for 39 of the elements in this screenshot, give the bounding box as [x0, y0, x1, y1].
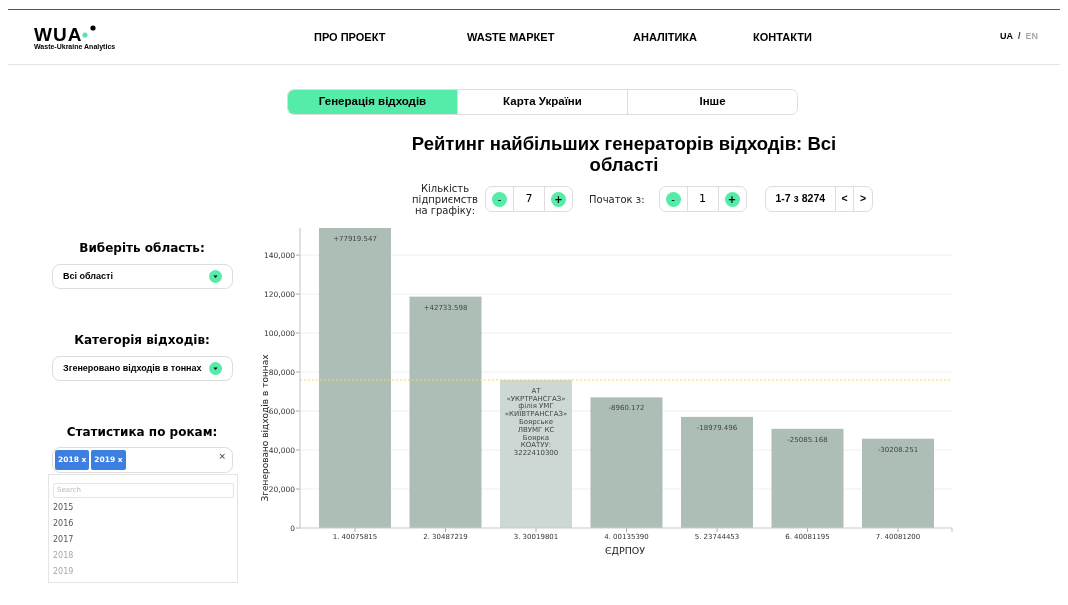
dropdown-icon[interactable]	[209, 270, 222, 283]
next-button[interactable]: >	[854, 187, 873, 211]
tab[interactable]: Генерація відходів	[288, 90, 457, 114]
tab[interactable]: Інше	[627, 90, 797, 114]
dropdown[interactable]: Згенеровано відходів в тоннах	[52, 356, 233, 381]
number-field[interactable]: 1	[686, 187, 719, 211]
start-label: Початок з:	[589, 192, 645, 207]
number-field[interactable]: 7	[513, 187, 545, 211]
filter-heading: Виберіть область:	[78, 240, 206, 257]
bar[interactable]	[500, 379, 572, 528]
language-separator: /	[1017, 30, 1021, 44]
minus-button[interactable]: -	[492, 191, 507, 207]
dropdown[interactable]: Всі області	[52, 264, 233, 289]
minus-button[interactable]: -	[665, 191, 681, 207]
nav-link[interactable]: КОНТАКТИ	[753, 28, 873, 46]
plus-button[interactable]: +	[551, 191, 566, 207]
dropdown-icon[interactable]	[209, 362, 222, 375]
bar[interactable]	[771, 428, 844, 528]
page-range: 1-7 з 8274	[765, 187, 837, 211]
nav-link[interactable]: ПРО ПРОЕКТ	[314, 28, 467, 46]
plus-button[interactable]: +	[724, 191, 740, 207]
count-label: Кількість підприємств на графіку:	[411, 182, 479, 216]
filter-heading: Статистика по рокам:	[65, 424, 219, 441]
chart-title: Рейтинг найбільших генераторів відходів: Всі області	[410, 133, 838, 175]
prev-button[interactable]: <	[836, 187, 855, 211]
filter-heading: Категорія відходів:	[73, 332, 211, 349]
nav-link[interactable]: WASTE МАРКЕТ	[467, 28, 633, 46]
year-option[interactable]: 2016	[53, 515, 233, 532]
logo-text: WUA	[34, 24, 83, 44]
year-option[interactable]: 2017	[53, 531, 233, 548]
bar[interactable]	[409, 296, 482, 528]
nav-link[interactable]: АНАЛІТИКА	[633, 28, 753, 46]
x-axis-title: ЄДРПОУ	[604, 545, 646, 556]
bar[interactable]	[590, 397, 663, 528]
clear-button[interactable]: ×	[218, 450, 226, 464]
dots-icon	[82, 24, 97, 39]
y-axis-title: Згенеровано відходів в тоннах	[260, 354, 270, 502]
year-option[interactable]: 2015	[53, 499, 233, 516]
language-link[interactable]: UA	[999, 30, 1013, 44]
